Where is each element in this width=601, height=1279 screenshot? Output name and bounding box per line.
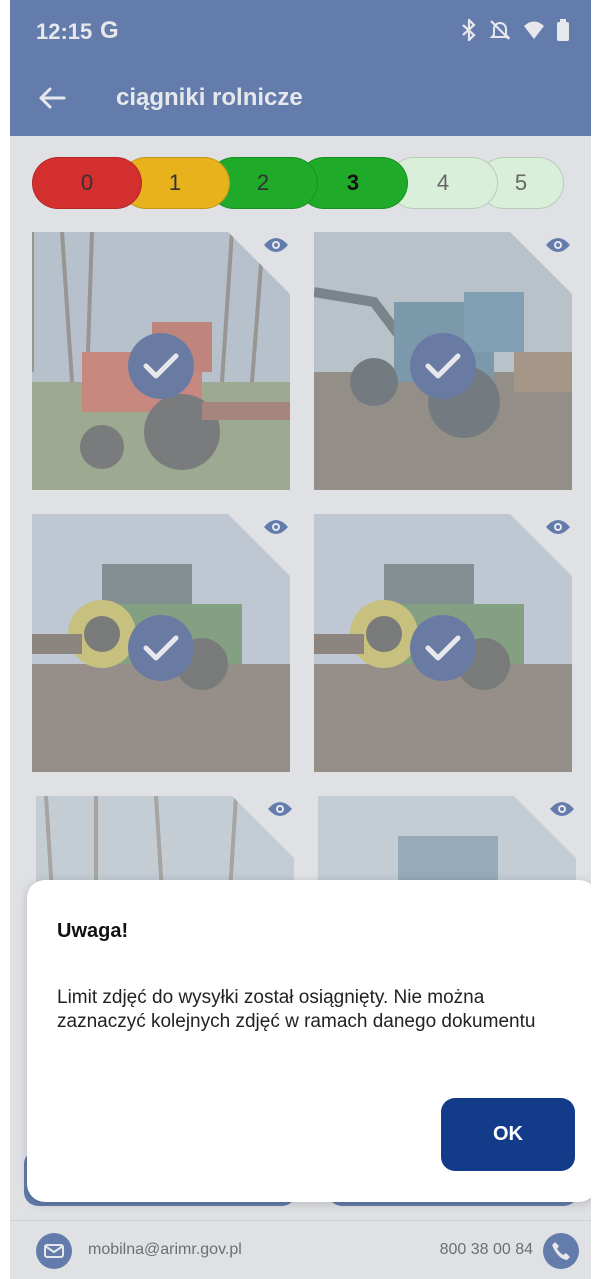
screen: 12:15 G ciągniki rolnicze 0 1 2 3 4 5 mo… bbox=[10, 0, 591, 1279]
rating-segment-label: 1 bbox=[168, 170, 182, 195]
rating-segment-label: 3 bbox=[346, 170, 360, 195]
ok-button[interactable]: OK bbox=[441, 1098, 575, 1171]
alert-dialog: Uwaga! Limit zdjęć do wysyłki został osi… bbox=[27, 880, 591, 1202]
rating-segment-label: 0 bbox=[80, 170, 94, 195]
dialog-title: Uwaga! bbox=[57, 920, 129, 942]
rating-segment-label: 5 bbox=[514, 170, 528, 195]
rating-segment-label: 4 bbox=[436, 170, 450, 195]
rating-selector: 0 1 2 3 4 5 bbox=[32, 157, 564, 209]
dialog-message: Limit zdjęć do wysyłki został osiągnięty… bbox=[57, 987, 536, 1032]
rating-segment-label: 2 bbox=[256, 170, 270, 195]
rating-segment-0[interactable]: 0 bbox=[32, 157, 142, 209]
